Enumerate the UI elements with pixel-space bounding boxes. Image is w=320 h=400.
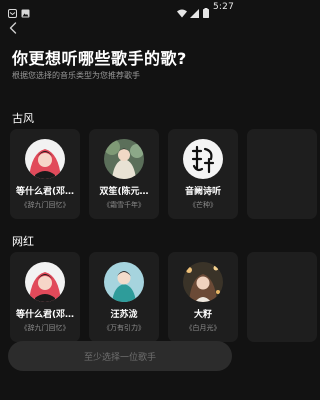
singer-card-partial[interactable] xyxy=(247,252,317,342)
singer-card[interactable]: 音阙诗听 《芒种》 xyxy=(168,129,238,219)
song-name: 《万有引力》 xyxy=(103,324,145,332)
singer-name: 大籽 xyxy=(193,310,212,320)
singer-name: 双笙(陈元… xyxy=(99,187,149,197)
song-name: 《辞九门回忆》 xyxy=(20,201,70,209)
singer-avatar xyxy=(25,262,65,302)
signal-icon xyxy=(189,3,199,18)
select-singer-button[interactable]: 至少选择一位歌手 xyxy=(8,341,232,371)
status-time: 5:27 xyxy=(212,2,234,12)
singer-avatar xyxy=(104,139,144,179)
singer-name: 等什么君(邓… xyxy=(15,187,75,197)
singer-card[interactable]: 双笙(陈元… 《霜雪千年》 xyxy=(89,129,159,219)
song-name: 《霜雪千年》 xyxy=(103,201,145,209)
singer-card[interactable]: 汪苏泷 《万有引力》 xyxy=(89,252,159,342)
singer-avatar xyxy=(183,139,223,179)
singer-card[interactable]: 等什么君(邓… 《辞九门回忆》 xyxy=(10,129,80,219)
singer-name: 汪苏泷 xyxy=(110,310,138,320)
singer-avatar xyxy=(25,139,65,179)
status-left xyxy=(8,3,30,18)
status-right: 5:27 xyxy=(176,2,234,18)
singer-row-gufeng: 等什么君(邓… 《辞九门回忆》 双笙(陈元… 《霜雪千年》 音阙诗听 《芒种》 xyxy=(10,129,317,219)
back-arrow-icon xyxy=(9,22,17,34)
song-name: 《白月光》 xyxy=(185,324,221,332)
singer-row-wanghong: 等什么君(邓… 《辞九门回忆》 汪苏泷 《万有引力》 大籽 《白月光》 xyxy=(10,252,317,342)
singer-card-partial[interactable] xyxy=(247,129,317,219)
wifi-icon xyxy=(176,3,187,17)
status-bar: 5:27 xyxy=(0,0,240,18)
back-button[interactable] xyxy=(6,20,20,36)
section-title-gufeng: 古风 xyxy=(12,112,34,125)
singer-avatar xyxy=(104,262,144,302)
page-title: 你更想听哪些歌手的歌? xyxy=(12,49,187,68)
section-title-wanghong: 网红 xyxy=(12,235,34,248)
image-icon xyxy=(21,3,30,17)
singer-card[interactable]: 等什么君(邓… 《辞九门回忆》 xyxy=(10,252,80,342)
singer-card[interactable]: 大籽 《白月光》 xyxy=(168,252,238,342)
battery-icon xyxy=(202,3,209,18)
singer-name: 音阙诗听 xyxy=(184,187,221,197)
singer-avatar xyxy=(183,262,223,302)
navigation-bar xyxy=(0,384,240,400)
singer-name: 等什么君(邓… xyxy=(15,310,75,320)
notification-icon xyxy=(8,3,17,18)
song-name: 《芒种》 xyxy=(189,201,217,209)
song-name: 《辞九门回忆》 xyxy=(20,324,70,332)
page-subtitle: 根据您选择的音乐类型为您推荐歌手 xyxy=(12,71,140,80)
